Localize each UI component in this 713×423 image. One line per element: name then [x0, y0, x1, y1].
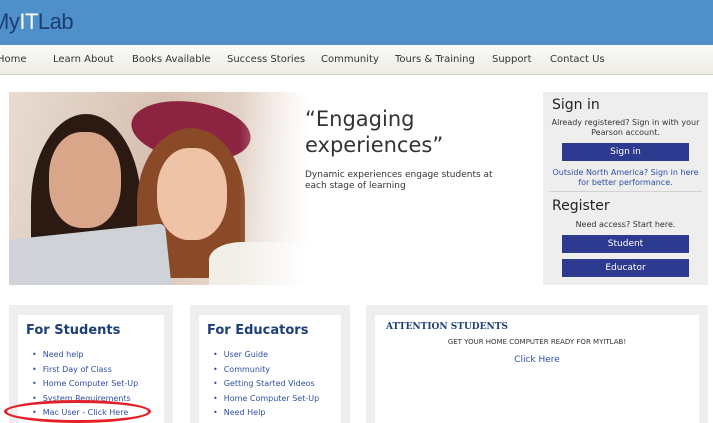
outside-na-link[interactable]: Outside North America? Sign in here for … — [549, 168, 702, 188]
student-link-first-day[interactable]: First Day of Class — [32, 363, 138, 378]
register-text: Need access? Start here. — [575, 220, 676, 229]
student-link-need-help[interactable]: Need help — [32, 348, 138, 363]
main-nav: Home Learn About Books Available Success… — [0, 45, 713, 75]
students-photo — [9, 92, 309, 285]
student-button[interactable]: Student — [562, 235, 689, 253]
logo-prefix: My — [0, 9, 20, 34]
nav-home[interactable]: Home — [0, 54, 27, 65]
educator-link-need-help[interactable]: Need Help — [213, 406, 319, 421]
hero-subtext: Dynamic experiences engage students at e… — [305, 170, 493, 191]
nav-support[interactable]: Support — [492, 54, 532, 65]
panel-divider — [549, 191, 702, 192]
nav-tours-training[interactable]: Tours & Training — [395, 54, 475, 65]
nav-success-stories[interactable]: Success Stories — [227, 54, 305, 65]
attention-subtitle: GET YOUR HOME COMPUTER READY FOR MYITLAB… — [447, 338, 627, 346]
highlight-ellipse — [4, 400, 151, 423]
educator-link-community[interactable]: Community — [213, 363, 319, 378]
nav-contact-us[interactable]: Contact Us — [550, 54, 605, 65]
hero-quote-line1: “Engaging — [305, 107, 415, 131]
nav-books-available[interactable]: Books Available — [132, 54, 211, 65]
attention-title: ATTENTION STUDENTS — [386, 322, 508, 332]
student-link-home-setup[interactable]: Home Computer Set-Up — [32, 377, 138, 392]
students-title: For Students — [26, 323, 121, 338]
educators-box: For Educators User Guide Community Getti… — [190, 305, 350, 423]
site-header: MyITLab — [0, 0, 713, 45]
nav-community[interactable]: Community — [321, 54, 379, 65]
signin-panel: Sign in Already registered? Sign in with… — [543, 92, 708, 285]
hero-quote-line2: experiences” — [305, 133, 444, 157]
attention-click-here-link[interactable]: Click Here — [375, 355, 699, 365]
educator-link-home-setup[interactable]: Home Computer Set-Up — [213, 392, 319, 407]
hero-quote: “Engaging experiences” — [305, 106, 443, 158]
educator-button[interactable]: Educator — [562, 259, 689, 277]
signin-title: Sign in — [552, 97, 600, 113]
logo-it: IT — [19, 9, 38, 34]
educator-link-user-guide[interactable]: User Guide — [213, 348, 319, 363]
hero-banner: “Engaging experiences” Dynamic experienc… — [9, 92, 530, 285]
signin-button[interactable]: Sign in — [562, 143, 689, 161]
logo-suffix: Lab — [37, 9, 74, 34]
educators-title: For Educators — [207, 323, 309, 338]
signin-text: Already registered? Sign in with your Pe… — [551, 118, 700, 137]
mylab-logo[interactable]: MyITLab — [0, 9, 74, 35]
educator-link-videos[interactable]: Getting Started Videos — [213, 377, 319, 392]
attention-box: ATTENTION STUDENTS GET YOUR HOME COMPUTE… — [366, 305, 708, 423]
educators-links: User Guide Community Getting Started Vid… — [213, 348, 319, 421]
register-title: Register — [552, 198, 610, 214]
nav-learn-about[interactable]: Learn About — [53, 54, 114, 65]
